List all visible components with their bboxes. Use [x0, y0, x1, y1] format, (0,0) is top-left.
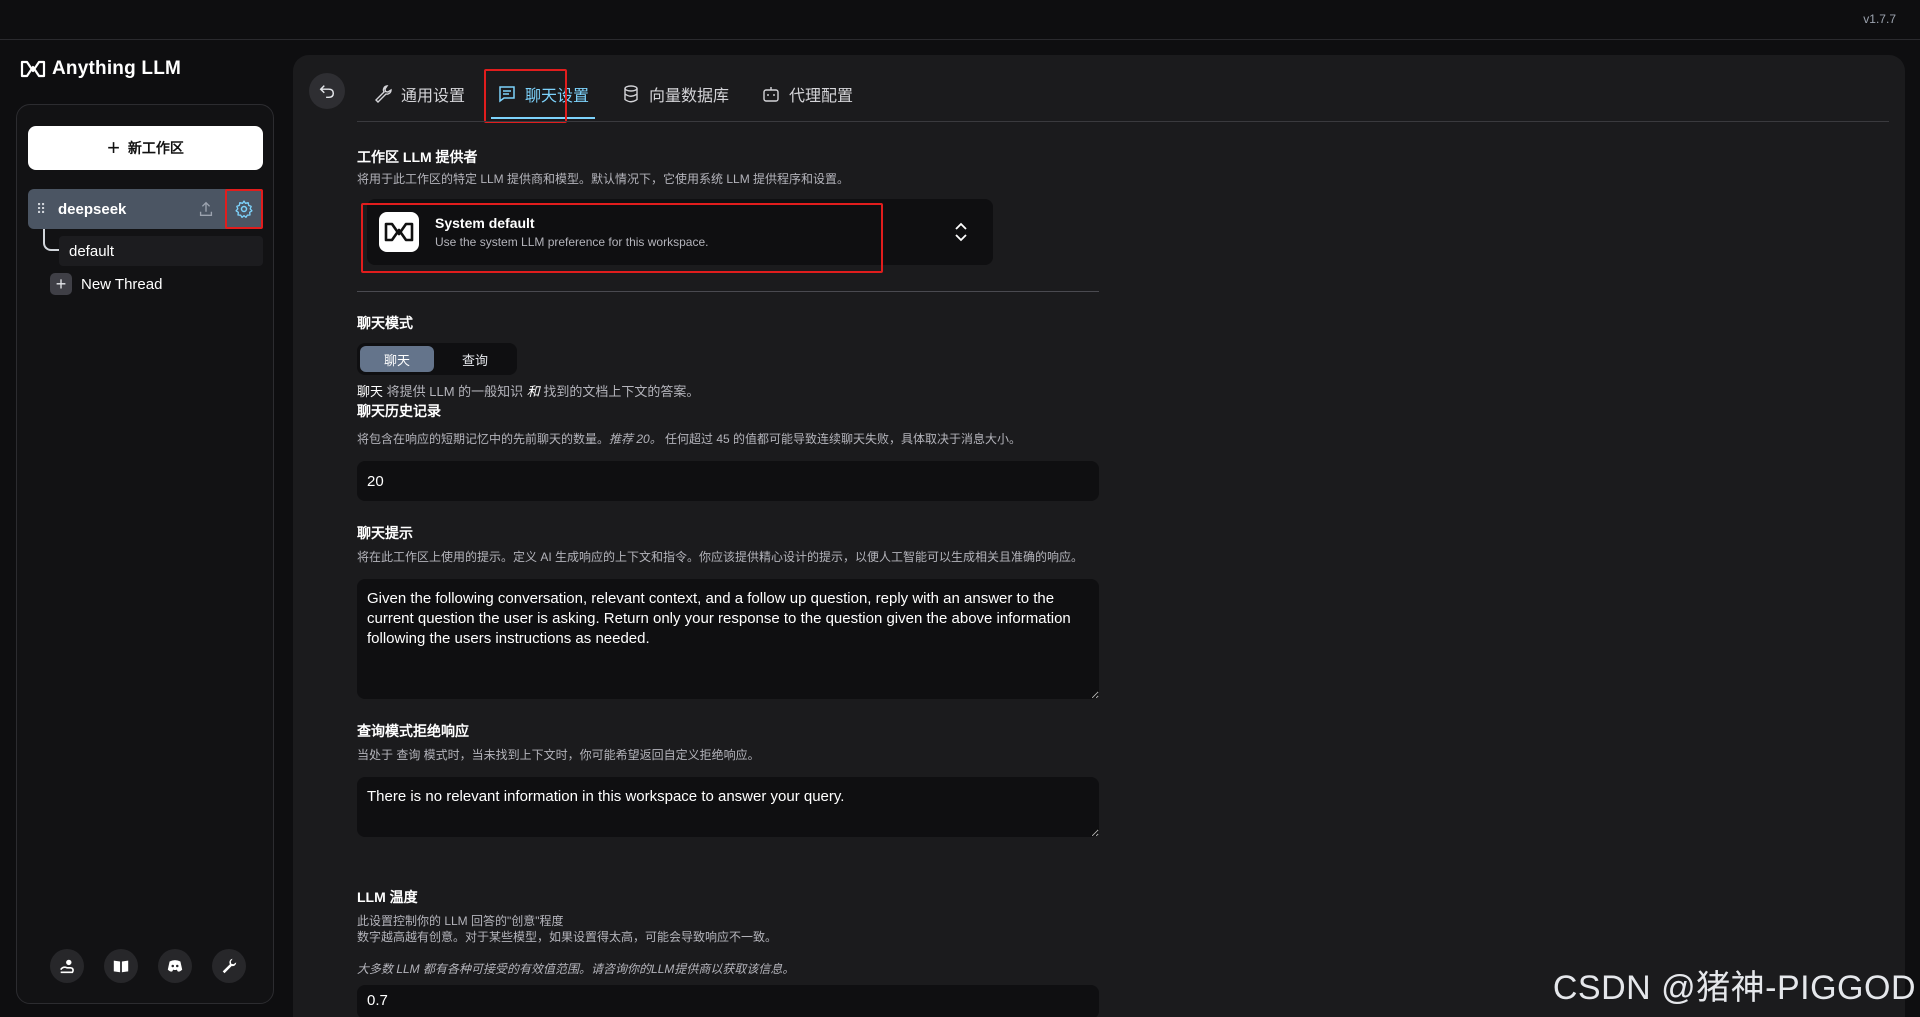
discord-button[interactable]: [158, 949, 192, 983]
docs-button[interactable]: [104, 949, 138, 983]
llm-provider-section: 工作区 LLM 提供者 将用于此工作区的特定 LLM 提供商和模型。默认情况下，…: [357, 147, 1099, 187]
back-button[interactable]: [309, 73, 345, 109]
app-logo[interactable]: Anything LLM: [20, 58, 181, 80]
community-hub-button[interactable]: [50, 949, 84, 983]
tab-label: 代理配置: [789, 88, 854, 105]
settings-button[interactable]: [212, 949, 246, 983]
llm-provider-label: 工作区 LLM 提供者: [357, 149, 478, 165]
tab-label: 通用设置: [401, 88, 466, 105]
query-refusal-desc: 当处于 查询 模式时，当未找到上下文时，你可能希望返回自定义拒绝响应。: [357, 748, 760, 762]
new-workspace-label: 新工作区: [127, 140, 184, 156]
llm-selected-subtitle: Use the system LLM preference for this w…: [435, 235, 709, 249]
chevron-updown-icon: [955, 222, 967, 242]
chat-mode-desc-middle: 将提供 LLM 的一般知识: [383, 384, 527, 399]
chat-mode-desc-prefix: 聊天: [357, 384, 384, 399]
llm-temperature-desc-2: 数字越高越有创意。对于某些模型，如果设置得太高，可能会导致响应不一致。: [357, 930, 778, 944]
docs-book-icon: [113, 960, 129, 973]
chat-mode-desc: 聊天 将提供 LLM 的一般知识 和 找到的文档上下文的答案。: [357, 381, 1099, 400]
llm-temperature-input[interactable]: [357, 985, 1099, 1017]
chat-history-label: 聊天历史记录: [357, 403, 441, 419]
llm-provider-select[interactable]: System default Use the system LLM prefer…: [367, 199, 993, 265]
workspace-settings-button[interactable]: [225, 189, 263, 229]
query-refusal-label: 查询模式拒绝响应: [357, 723, 469, 739]
discord-icon: [167, 960, 183, 972]
main-panel: 通用设置 聊天设置 向量数据库 代理配置 工作区 LLM 提供者 将用于此工作区…: [293, 55, 1905, 1017]
chat-prompt-section: 聊天提示 将在此工作区上使用的提示。定义 AI 生成响应的上下文和指令。你应该提…: [357, 523, 1099, 699]
tabs-divider: [357, 121, 1889, 122]
chat-prompt-label: 聊天提示: [357, 525, 413, 541]
gear-icon: [235, 200, 253, 218]
chat-mode-desc-emph: 和: [526, 384, 540, 399]
workspace-name: deepseek: [58, 200, 127, 218]
section-divider: [357, 291, 1099, 292]
chat-icon: [499, 86, 515, 103]
chat-mode-label: 聊天模式: [357, 315, 413, 331]
sidebar: + 新工作区 ⠿ deepseek default + New Thread: [16, 104, 274, 1004]
anything-llm-logo-icon: [20, 60, 46, 78]
upload-icon[interactable]: [197, 200, 215, 218]
chat-history-desc-emph: 推荐 20。: [609, 432, 662, 446]
settings-tabs: 通用设置 聊天设置 向量数据库 代理配置: [357, 69, 869, 119]
sidebar-footer: [50, 949, 246, 983]
drag-handle-icon[interactable]: ⠿: [36, 201, 56, 218]
database-icon: [624, 85, 638, 103]
new-thread-button[interactable]: + New Thread: [50, 273, 162, 295]
thread-connector: [43, 229, 59, 251]
plus-icon: +: [107, 135, 120, 160]
logo-text: Anything LLM: [52, 58, 182, 79]
chat-mode-desc-suffix: 找到的文档上下文的答案。: [539, 384, 700, 399]
chat-mode-section: 聊天模式 聊天 查询 聊天 将提供 LLM 的一般知识 和 找到的文档上下文的答…: [357, 313, 1099, 400]
llm-selected-title: System default: [435, 215, 535, 231]
chat-history-desc-suffix: 任何超过 45 的值都可能导致连续聊天失败，具体取决于消息大小。: [661, 432, 1022, 446]
top-bar: v1.7.7: [0, 0, 1920, 40]
chat-history-desc-prefix: 将包含在响应的短期记忆中的先前聊天的数量。: [357, 432, 610, 446]
llm-temperature-section: LLM 温度 此设置控制你的 LLM 回答的"创意"程度 数字越高越有创意。对于…: [357, 887, 1099, 1017]
chat-prompt-textarea[interactable]: Given the following conversation, releva…: [357, 579, 1099, 699]
tab-label: 向量数据库: [649, 88, 730, 105]
llm-temperature-desc-1: 此设置控制你的 LLM 回答的"创意"程度: [357, 914, 564, 928]
chat-history-input[interactable]: [357, 461, 1099, 501]
app-version: v1.7.7: [1863, 12, 1896, 26]
tab-vector-database[interactable]: 向量数据库: [605, 69, 745, 119]
robot-icon: [763, 87, 779, 102]
plus-icon: +: [50, 273, 72, 295]
new-workspace-button[interactable]: + 新工作区: [28, 126, 263, 170]
llm-provider-desc: 将用于此工作区的特定 LLM 提供商和模型。默认情况下，它使用系统 LLM 提供…: [357, 172, 850, 186]
llm-temperature-label: LLM 温度: [357, 889, 418, 905]
llm-temperature-desc-3: 大多数 LLM 都有各种可接受的有效值范围。请咨询你的LLM提供商以获取该信息。: [357, 961, 1099, 977]
wrench-icon: [375, 85, 392, 103]
query-refusal-section: 查询模式拒绝响应 当处于 查询 模式时，当未找到上下文时，你可能希望返回自定义拒…: [357, 721, 1099, 837]
chat-mode-option-query[interactable]: 查询: [438, 346, 512, 372]
tab-label: 聊天设置: [525, 88, 590, 105]
thread-item-default[interactable]: default: [59, 236, 263, 266]
workspace-item-deepseek[interactable]: ⠿ deepseek: [28, 189, 263, 229]
chat-history-section: 聊天历史记录 将包含在响应的短期记忆中的先前聊天的数量。推荐 20。 任何超过 …: [357, 401, 1099, 501]
anything-llm-logo-icon: [384, 222, 414, 242]
chat-mode-option-chat[interactable]: 聊天: [360, 346, 434, 372]
chat-mode-toggle: 聊天 查询: [357, 343, 517, 375]
watermark: CSDN @猪神-PIGGOD: [1552, 969, 1916, 1007]
query-refusal-textarea[interactable]: There is no relevant information in this…: [357, 777, 1099, 837]
community-hub-icon: [60, 959, 74, 974]
chat-history-desc: 将包含在响应的短期记忆中的先前聊天的数量。推荐 20。 任何超过 45 的值都可…: [357, 431, 1099, 447]
wrench-settings-icon: [222, 958, 237, 974]
tab-agent-config[interactable]: 代理配置: [745, 69, 869, 119]
new-thread-label: New Thread: [81, 275, 163, 293]
back-arrow-icon: [319, 85, 335, 99]
tab-general-settings[interactable]: 通用设置: [357, 69, 481, 119]
tab-chat-settings[interactable]: 聊天设置: [481, 69, 605, 119]
llm-temperature-desc-3-text: 大多数 LLM 都有各种可接受的有效值范围。请咨询你的LLM提供商以获取该信息。: [357, 962, 795, 976]
chat-prompt-desc: 将在此工作区上使用的提示。定义 AI 生成响应的上下文和指令。你应该提供精心设计…: [357, 550, 1084, 564]
llm-provider-logo: [379, 212, 419, 252]
